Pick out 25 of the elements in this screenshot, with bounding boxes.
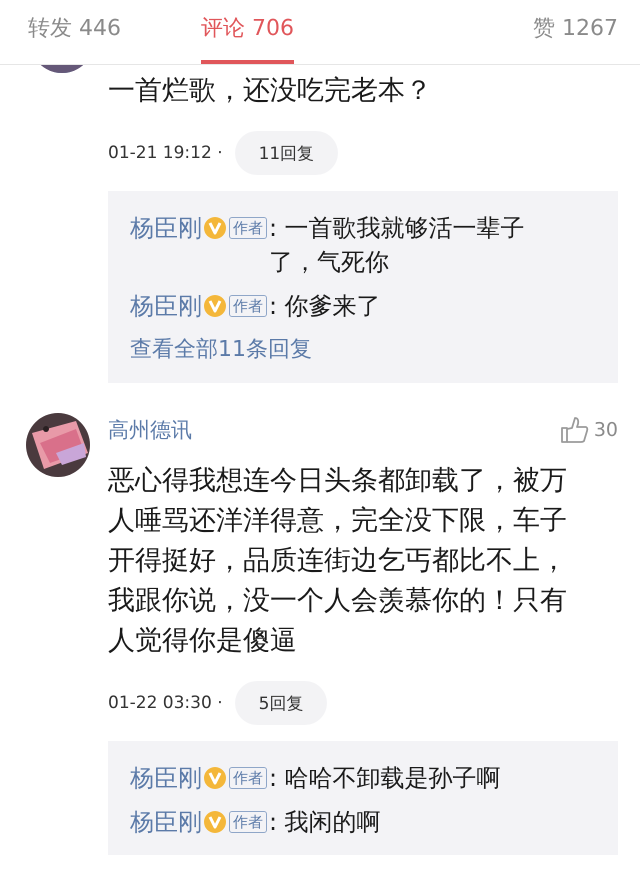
author-badge: 作者 <box>229 295 267 317</box>
reply-text: : 一首歌我就够活一辈子了，气死你 <box>269 213 526 278</box>
tab[interactable]: 赞 1267 <box>533 0 618 64</box>
reply-text: : 我闲的啊 <box>269 807 381 838</box>
reply-author-link[interactable]: 杨臣刚 <box>130 289 202 323</box>
author-badge: 作者 <box>229 811 267 833</box>
reply-author-link[interactable]: 杨臣刚 <box>130 761 202 795</box>
reply-author-link[interactable]: 杨臣刚 <box>130 211 202 245</box>
comment-author-link[interactable]: 高州德讯 <box>108 416 192 444</box>
comment-text: 恶心得我想连今日头条都卸载了，被万人唾骂还洋洋得意，完全没下限，车子开得挺好，品质连街边乞丐都比不上，我跟你说，没一个人会羡慕你的！只有人觉得你是傻逼 <box>108 464 568 658</box>
author-badge: 作者 <box>229 217 267 239</box>
view-all-replies-link[interactable]: 查看全部11条回复 <box>130 333 548 367</box>
thumbs-up-icon[interactable] <box>560 415 590 445</box>
tab[interactable]: 评论 706 <box>200 0 294 64</box>
like-count: 30 <box>594 419 618 441</box>
author-badge: 作者 <box>229 767 267 789</box>
reply-count-button[interactable]: 11回复 <box>234 131 338 175</box>
reply-count-button[interactable]: 5回复 <box>234 681 328 725</box>
reply-author-link[interactable]: 杨臣刚 <box>130 805 202 839</box>
comment-time: 01-21 19:12 · <box>108 143 223 163</box>
comment-time: 01-22 03:30 · <box>108 693 223 713</box>
reply-text: : 哈哈不卸载是孙子啊 <box>269 763 501 794</box>
tab[interactable]: 转发 446 <box>28 0 121 64</box>
comment-text: 一首烂歌，还没吃完老本？ <box>108 74 433 108</box>
reply-text: : 你爹来了 <box>269 291 381 322</box>
